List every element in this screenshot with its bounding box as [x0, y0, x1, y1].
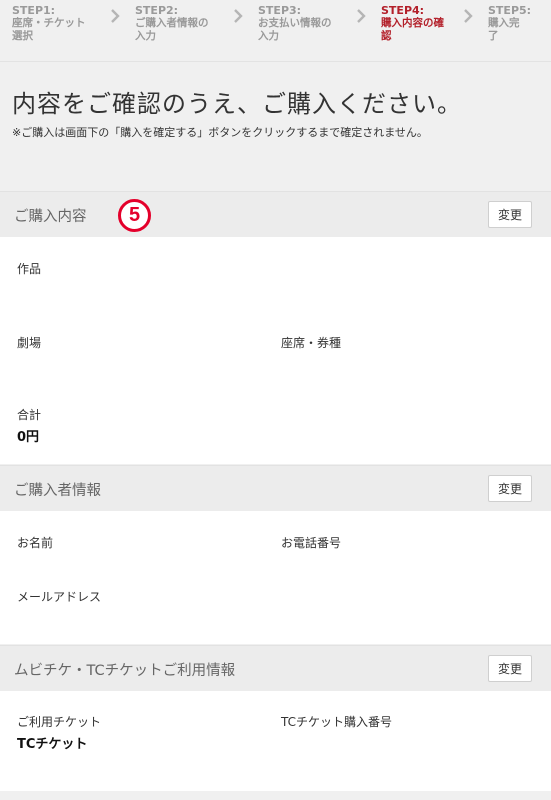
mubichike-section-title: ムビチケ・TCチケットご利用情報 [14, 663, 236, 679]
theater-label: 劇場 [17, 336, 42, 350]
buyer-section-body: お名前 お電話番号 メールアドレス [0, 511, 551, 644]
purchase-section-title: ご購入内容 [14, 209, 87, 225]
chevron-right-icon [357, 9, 366, 23]
step-5: STEP5: 購入完 了 [488, 4, 532, 42]
mubichike-section-header: ムビチケ・TCチケットご利用情報 変更 [0, 645, 551, 691]
ticket-type-value: TCチケット [17, 737, 88, 752]
step-4-current: STEP4: 購入内容の確 認 [381, 4, 444, 42]
edit-mubichike-button[interactable]: 変更 [488, 655, 532, 682]
tc-number-label: TCチケット購入番号 [281, 715, 393, 729]
mubichike-section-body: ご利用チケット TCチケット TCチケット購入番号 [0, 691, 551, 791]
phone-label: お電話番号 [281, 536, 342, 550]
buyer-section-title: ご購入者情報 [14, 483, 101, 499]
chevron-right-icon [234, 9, 243, 23]
total-value: 0円 [17, 430, 40, 445]
chevron-right-icon [464, 9, 473, 23]
step-2: STEP2: ご購入者情報の 入力 [135, 4, 209, 42]
seat-type-label: 座席・券種 [281, 336, 342, 350]
purchase-section-header: ご購入内容 変更 [0, 191, 551, 237]
purchase-section-body: 作品 劇場 座席・券種 合計 0円 [0, 237, 551, 464]
work-label: 作品 [17, 262, 42, 276]
edit-buyer-button[interactable]: 変更 [488, 475, 532, 502]
step-1: STEP1: 座席・チケット 選択 [12, 4, 86, 42]
chevron-right-icon [111, 9, 120, 23]
email-label: メールアドレス [17, 590, 102, 604]
purchase-notice: ※ご購入は画面下の「購入を確定する」ボタンをクリックするまで確定されません。 [12, 126, 428, 139]
step-3: STEP3: お支払い情報の 入力 [258, 4, 332, 42]
buyer-section-header: ご購入者情報 変更 [0, 465, 551, 511]
step-progress: STEP1: 座席・チケット 選択 STEP2: ご購入者情報の 入力 STEP… [0, 0, 551, 62]
total-label: 合計 [17, 408, 42, 422]
edit-purchase-button[interactable]: 変更 [488, 201, 532, 228]
name-label: お名前 [17, 536, 54, 550]
ticket-type-label: ご利用チケット [17, 715, 102, 729]
page-title: 内容をご確認のうえ、ご購入ください。 [12, 90, 462, 118]
step-marker-badge: 5 [118, 199, 151, 232]
